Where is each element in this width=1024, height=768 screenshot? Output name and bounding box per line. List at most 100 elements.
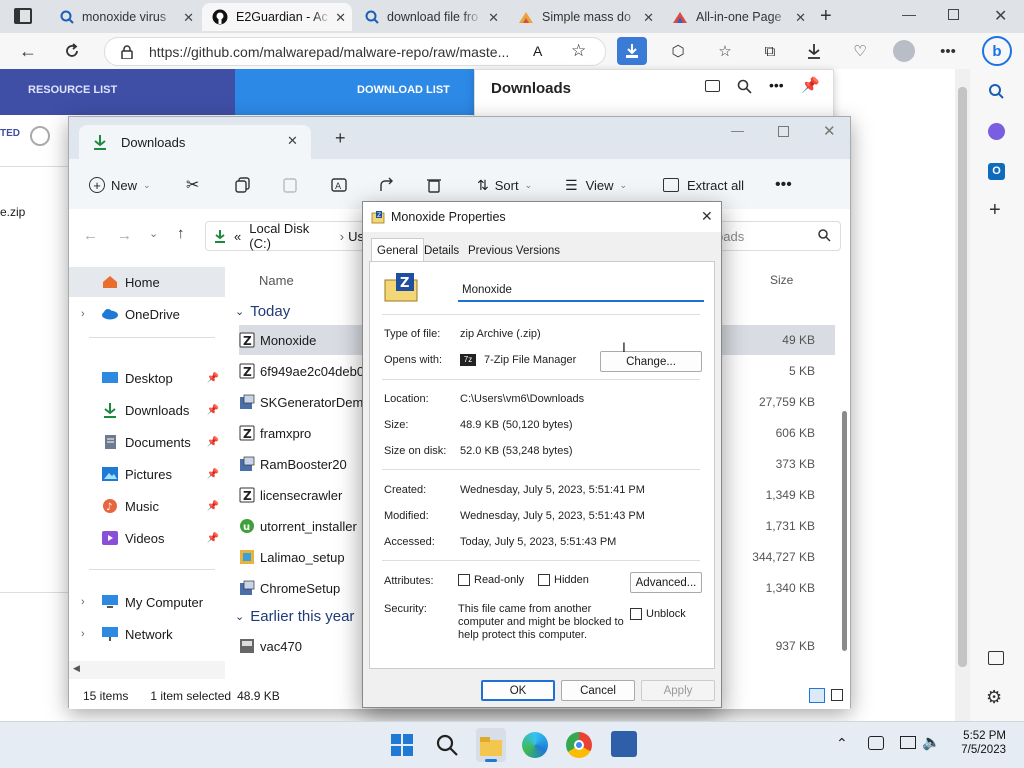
search-icon[interactable] <box>436 734 458 756</box>
new-tab-icon[interactable]: + <box>335 128 346 149</box>
chevron-up-icon[interactable]: ⌃ <box>836 735 848 752</box>
lock-icon[interactable] <box>121 45 133 59</box>
download-action-icon[interactable] <box>617 37 647 65</box>
advanced-button[interactable]: Advanced... <box>630 572 702 593</box>
new-button[interactable]: + New ⌄ <box>89 175 151 195</box>
pause-icon[interactable] <box>30 126 50 146</box>
horizontal-scrollbar[interactable]: ◀ <box>69 661 225 679</box>
chevron-right-icon[interactable]: › <box>81 628 95 640</box>
forward-icon[interactable]: → <box>117 227 132 244</box>
tiles-view-icon[interactable] <box>831 689 843 701</box>
column-header-name[interactable]: Name <box>259 273 294 288</box>
edge-taskbar-icon[interactable] <box>522 732 548 758</box>
tab-all-in-one[interactable]: All-in-one Page ✕ <box>662 3 812 31</box>
search-icon[interactable] <box>737 79 752 94</box>
group-header-today[interactable]: ⌄ Today <box>235 298 290 324</box>
delete-icon[interactable] <box>427 175 441 195</box>
nav-item-music[interactable]: ♪ Music 📌 <box>69 491 225 521</box>
search-icon[interactable] <box>988 83 1004 99</box>
close-icon[interactable]: ✕ <box>701 208 713 225</box>
ok-button[interactable]: OK <box>481 680 555 701</box>
nav-resource-list[interactable]: RESOURCE LIST <box>28 84 117 96</box>
details-view-icon[interactable] <box>809 688 825 703</box>
nav-item-pictures[interactable]: Pictures 📌 <box>69 459 225 489</box>
nav-item-documents[interactable]: Documents 📌 <box>69 427 225 457</box>
windows-start-icon[interactable] <box>391 734 413 756</box>
column-header-size[interactable]: Size <box>770 273 793 287</box>
readonly-checkbox[interactable]: Read-only <box>458 574 524 586</box>
sort-button[interactable]: ⇅ Sort ⌄ <box>477 175 532 195</box>
tab-simple-mass[interactable]: Simple mass do ✕ <box>508 3 660 31</box>
file-explorer-taskbar-icon[interactable] <box>476 728 506 762</box>
chrome-taskbar-icon[interactable] <box>566 732 592 758</box>
address-bar[interactable]: https://github.com/malwarepad/malware-re… <box>104 37 606 66</box>
read-aloud-icon[interactable]: A <box>533 43 542 59</box>
close-icon[interactable]: ✕ <box>643 10 654 26</box>
pin-icon[interactable]: 📌 <box>207 533 219 544</box>
change-button[interactable]: Change... <box>600 351 702 372</box>
cloud-offline-icon[interactable] <box>868 736 884 750</box>
vertical-scrollbar[interactable] <box>842 411 847 651</box>
gear-icon[interactable]: ⚙ <box>986 687 1002 708</box>
tab-download-file[interactable]: download file fro ✕ <box>355 3 505 31</box>
extract-all-button[interactable]: Extract all <box>663 175 744 195</box>
breadcrumb-overflow[interactable]: « <box>234 229 241 244</box>
tab-e2guardian[interactable]: E2Guardian - Ac ✕ <box>202 3 352 31</box>
copy-icon[interactable] <box>235 175 251 195</box>
folder-icon[interactable] <box>705 80 720 92</box>
apply-button[interactable]: Apply <box>641 680 715 701</box>
back-icon[interactable]: ← <box>83 227 98 244</box>
back-icon[interactable]: ← <box>18 41 38 61</box>
nav-item-videos[interactable]: Videos 📌 <box>69 523 225 553</box>
pin-icon[interactable]: 📌 <box>207 373 219 384</box>
nav-download-list-tab[interactable]: DOWNLOAD LIST <box>235 69 474 115</box>
chevron-right-icon[interactable]: › <box>81 596 95 608</box>
maximize-icon[interactable] <box>778 126 789 137</box>
more-options-icon[interactable]: ••• <box>775 175 792 195</box>
pin-icon[interactable]: 📌 <box>207 501 219 512</box>
rename-icon[interactable]: A <box>331 175 347 195</box>
nav-item-my-computer[interactable]: › My Computer <box>69 587 225 617</box>
nav-item-downloads[interactable]: Downloads 📌 <box>69 395 225 425</box>
unblock-checkbox[interactable]: Unblock <box>630 608 686 620</box>
browser-essentials-icon[interactable]: ♡ <box>850 41 870 61</box>
nav-item-home[interactable]: Home <box>69 267 225 297</box>
close-icon[interactable]: ✕ <box>287 133 298 149</box>
tab-previous-versions[interactable]: Previous Versions <box>463 240 565 262</box>
tab-details[interactable]: Details <box>419 240 464 262</box>
close-window-icon[interactable]: ✕ <box>823 122 836 140</box>
collections-icon[interactable]: ⧉ <box>760 41 780 61</box>
filename-input[interactable]: Monoxide <box>458 280 704 302</box>
downloads-icon[interactable] <box>804 41 824 61</box>
close-icon[interactable]: ✕ <box>335 10 346 26</box>
refresh-icon[interactable] <box>62 41 82 61</box>
chevron-right-icon[interactable]: › <box>81 308 95 320</box>
close-icon[interactable]: ✕ <box>488 10 499 26</box>
tab-monoxide-virus[interactable]: monoxide virus ✕ <box>50 3 200 31</box>
sidebar-toggle-icon[interactable] <box>988 651 1004 665</box>
outlook-icon[interactable]: O <box>988 163 1005 180</box>
copilot-icon[interactable] <box>988 123 1005 140</box>
paste-icon[interactable] <box>283 175 297 195</box>
new-tab-icon[interactable]: + <box>820 5 832 28</box>
cut-icon[interactable]: ✂ <box>186 175 199 195</box>
pin-icon[interactable]: 📌 <box>801 76 820 94</box>
close-window-icon[interactable]: ✕ <box>994 6 1007 26</box>
pin-icon[interactable]: 📌 <box>207 437 219 448</box>
restore-icon[interactable] <box>948 9 959 20</box>
page-scrollbar[interactable] <box>955 69 970 721</box>
minimize-icon[interactable]: — <box>731 123 744 138</box>
favorite-star-icon[interactable]: ☆ <box>571 41 586 61</box>
clock[interactable]: 5:52 PM 7/5/2023 <box>954 730 1006 756</box>
hidden-checkbox[interactable]: Hidden <box>538 574 589 586</box>
pin-icon[interactable]: 📌 <box>207 469 219 480</box>
pin-icon[interactable]: 📌 <box>207 405 219 416</box>
nav-item-network[interactable]: › Network <box>69 619 225 649</box>
address-path-box[interactable]: « Local Disk (C:) › Us <box>205 221 365 251</box>
extensions-icon[interactable]: ⬡ <box>668 41 688 61</box>
network-icon[interactable] <box>900 736 916 749</box>
up-icon[interactable]: ↑ <box>177 225 185 242</box>
tab-actions-icon[interactable] <box>14 8 32 24</box>
group-header-earlier[interactable]: ⌄ Earlier this year <box>235 603 354 629</box>
more-options-icon[interactable]: ••• <box>769 77 784 93</box>
